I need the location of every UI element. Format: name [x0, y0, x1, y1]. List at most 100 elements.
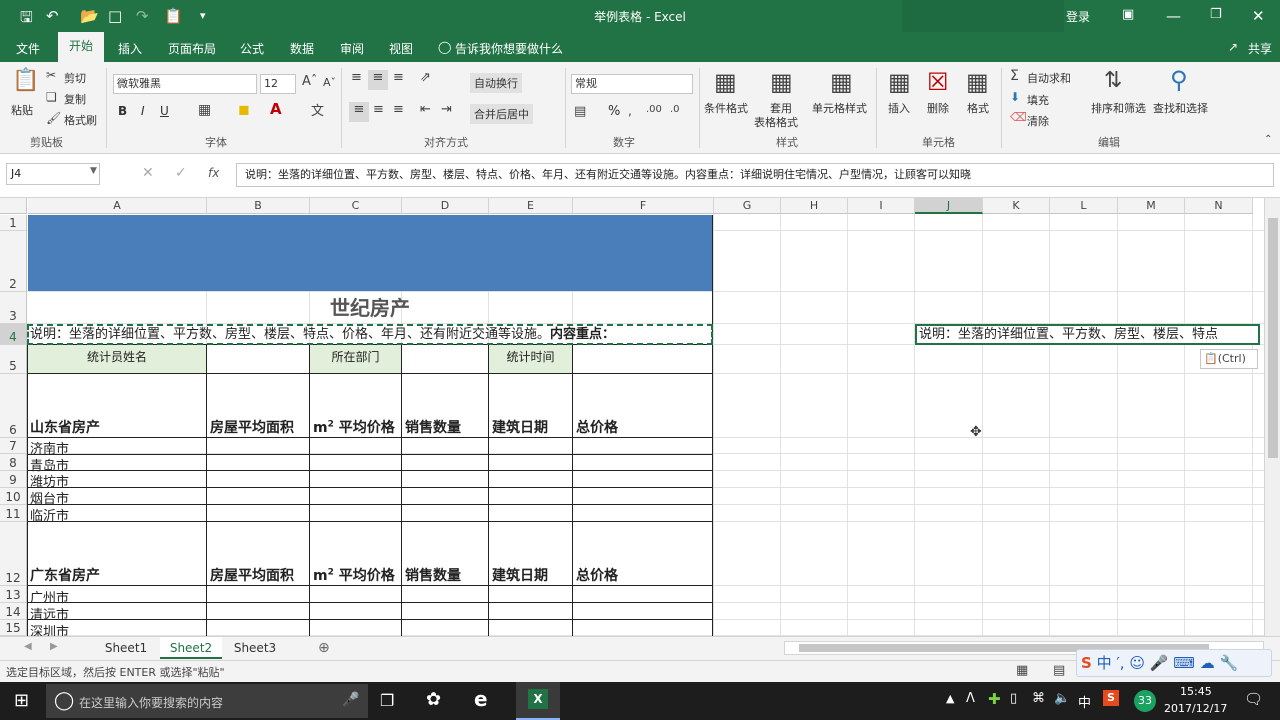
row-header[interactable]: 12 — [0, 522, 27, 586]
increase-decimal-icon[interactable]: .00 — [646, 104, 662, 115]
autosum-button[interactable]: 自动求和 — [1027, 70, 1071, 86]
redo-icon[interactable]: ↷ — [136, 7, 149, 25]
input-language-label[interactable]: 中 — [1078, 692, 1091, 711]
open-icon[interactable]: 📂 — [80, 7, 99, 25]
gd-header-area[interactable]: 房屋平均面积 — [210, 565, 294, 585]
underline-button[interactable]: U — [160, 104, 169, 118]
increase-indent-icon[interactable]: ⇥ — [441, 102, 452, 117]
paste-preview-cell[interactable]: 说明：坐落的详细位置、平方数、房型、楼层、特点 — [915, 324, 1260, 345]
tab-file[interactable]: 文件 — [16, 40, 40, 57]
show-hidden-icons-icon[interactable]: ▲ — [946, 692, 954, 705]
fill-color-icon[interactable]: ◼ — [238, 102, 250, 118]
column-header[interactable]: I — [848, 198, 915, 214]
formula-input[interactable]: 说明：坐落的详细位置、平方数、房型、楼层、特点、价格、年月、还有附近交通等设施。… — [236, 163, 1274, 187]
sogou-tray-icon[interactable]: S — [1103, 690, 1119, 706]
comma-style-icon[interactable]: , — [628, 104, 632, 118]
align-center-icon[interactable]: ≡ — [373, 102, 384, 117]
confirm-entry-icon[interactable]: ✓ — [175, 165, 187, 181]
format-as-table-button[interactable]: 表格格式 — [754, 114, 798, 130]
name-box-dropdown-icon[interactable]: ▼ — [90, 166, 97, 176]
name-box[interactable]: J4 — [6, 163, 100, 185]
collapse-ribbon-icon[interactable]: ⌃ — [1264, 134, 1272, 145]
decrease-indent-icon[interactable]: ⇤ — [420, 102, 431, 117]
sheet-tab[interactable]: Sheet3 — [224, 637, 286, 659]
ribbon-display-icon[interactable]: ▣ — [1122, 7, 1134, 22]
row-header[interactable]: 13 — [0, 586, 27, 603]
tab-view[interactable]: 视图 — [389, 40, 413, 57]
align-right-icon[interactable]: ≡ — [393, 102, 404, 117]
label-statistician[interactable]: 统计员姓名 — [28, 345, 206, 373]
share-button[interactable]: 共享 — [1248, 40, 1272, 57]
gd-header-date[interactable]: 建筑日期 — [492, 565, 548, 585]
shrink-font-icon[interactable]: Aˇ — [323, 76, 336, 89]
shandong-title[interactable]: 山东省房产 — [30, 417, 100, 437]
row-header[interactable]: 10 — [0, 488, 27, 505]
delete-cells-button[interactable]: 删除 — [927, 100, 949, 116]
font-size-select[interactable]: 12 — [260, 74, 296, 94]
column-header[interactable]: G — [714, 198, 781, 214]
column-header[interactable]: M — [1118, 198, 1185, 214]
sheet-tab[interactable]: Sheet1 — [96, 637, 156, 659]
column-header[interactable]: K — [983, 198, 1050, 214]
gd-header-price[interactable]: m2 平均价格 — [313, 565, 395, 585]
grow-font-icon[interactable]: Aˆ — [302, 74, 317, 89]
column-header[interactable]: A — [28, 198, 207, 214]
paste-special-icon[interactable]: 📋 — [164, 7, 183, 25]
paste-icon[interactable]: 📋 — [12, 68, 39, 93]
row-header[interactable]: 3 — [0, 292, 27, 324]
customize-qat-icon[interactable]: ▾ — [200, 9, 206, 22]
gd-header-qty[interactable]: 销售数量 — [405, 565, 461, 585]
row-header[interactable]: 6 — [0, 374, 27, 438]
clear-button[interactable]: 清除 — [1027, 113, 1049, 129]
cell-styles-button[interactable]: 单元格样式 — [812, 100, 867, 116]
column-header[interactable]: E — [489, 198, 573, 214]
gd-header-total[interactable]: 总价格 — [576, 565, 618, 585]
format-painter-button[interactable]: 格式刷 — [64, 112, 97, 128]
notification-badge[interactable]: 33 — [1134, 690, 1156, 712]
row-header[interactable]: 2 — [0, 231, 27, 292]
sheet-title[interactable]: 世纪房产 — [28, 292, 712, 324]
column-header[interactable]: H — [781, 198, 848, 214]
minimize-icon[interactable]: — — [1166, 7, 1181, 25]
merge-center-button[interactable]: 合并后居中 — [470, 104, 533, 124]
clock-date[interactable]: 2017/12/17 — [1164, 702, 1227, 715]
font-name-select[interactable]: 微软雅黑 — [113, 74, 257, 94]
align-left-icon[interactable]: ≡ — [349, 102, 369, 122]
app-icon[interactable]: ✿ — [426, 689, 441, 710]
sd-header-qty[interactable]: 销售数量 — [405, 417, 461, 437]
insert-cells-button[interactable]: 插入 — [888, 100, 910, 116]
page-layout-view-icon[interactable]: ▤ — [1053, 663, 1065, 678]
tab-page-layout[interactable]: 页面布局 — [168, 40, 216, 57]
fill-button[interactable]: 填充 — [1027, 92, 1049, 108]
vertical-scroll-thumb[interactable] — [1268, 218, 1278, 458]
bold-button[interactable]: B — [118, 104, 127, 118]
city-cell[interactable]: 深圳市 — [30, 621, 69, 636]
network-icon[interactable]: ⌘ — [1032, 691, 1045, 706]
paste-options-button[interactable]: 📋(Ctrl) — [1200, 349, 1258, 369]
new-icon[interactable]: □ — [108, 7, 122, 25]
row-header[interactable]: 15 — [0, 620, 27, 636]
label-stat-time[interactable]: 统计时间 — [489, 345, 572, 373]
excel-taskbar-button[interactable]: X — [516, 682, 560, 720]
row-header[interactable]: 11 — [0, 505, 27, 522]
taskbar-search[interactable]: ◯ 在这里输入你要搜索的内容 🎤 — [46, 684, 368, 718]
italic-button[interactable]: I — [141, 104, 145, 118]
column-header[interactable]: N — [1185, 198, 1253, 214]
scroll-right-icon[interactable]: ▶ — [50, 641, 58, 652]
align-bottom-icon[interactable]: ≡ — [393, 70, 404, 85]
row-header[interactable]: 14 — [0, 603, 27, 620]
tab-home[interactable]: 开始 — [58, 32, 104, 62]
conditional-format-button[interactable]: 条件格式 — [704, 100, 748, 116]
microphone-icon[interactable]: 🎤 — [342, 692, 359, 708]
copy-button[interactable]: 复制 — [64, 91, 86, 107]
align-top-icon[interactable]: ≡ — [351, 70, 362, 85]
cancel-entry-icon[interactable]: ✕ — [142, 165, 154, 181]
undo-icon[interactable]: ↶ — [46, 7, 59, 25]
align-middle-icon[interactable]: ≡ — [368, 70, 388, 90]
row-header[interactable]: 7 — [0, 438, 27, 454]
font-color-icon[interactable]: A — [270, 100, 282, 118]
percent-button[interactable]: % — [608, 104, 620, 119]
row-header[interactable]: 8 — [0, 454, 27, 471]
number-format-select[interactable]: 常规 — [571, 74, 693, 94]
tab-formulas[interactable]: 公式 — [240, 40, 264, 57]
